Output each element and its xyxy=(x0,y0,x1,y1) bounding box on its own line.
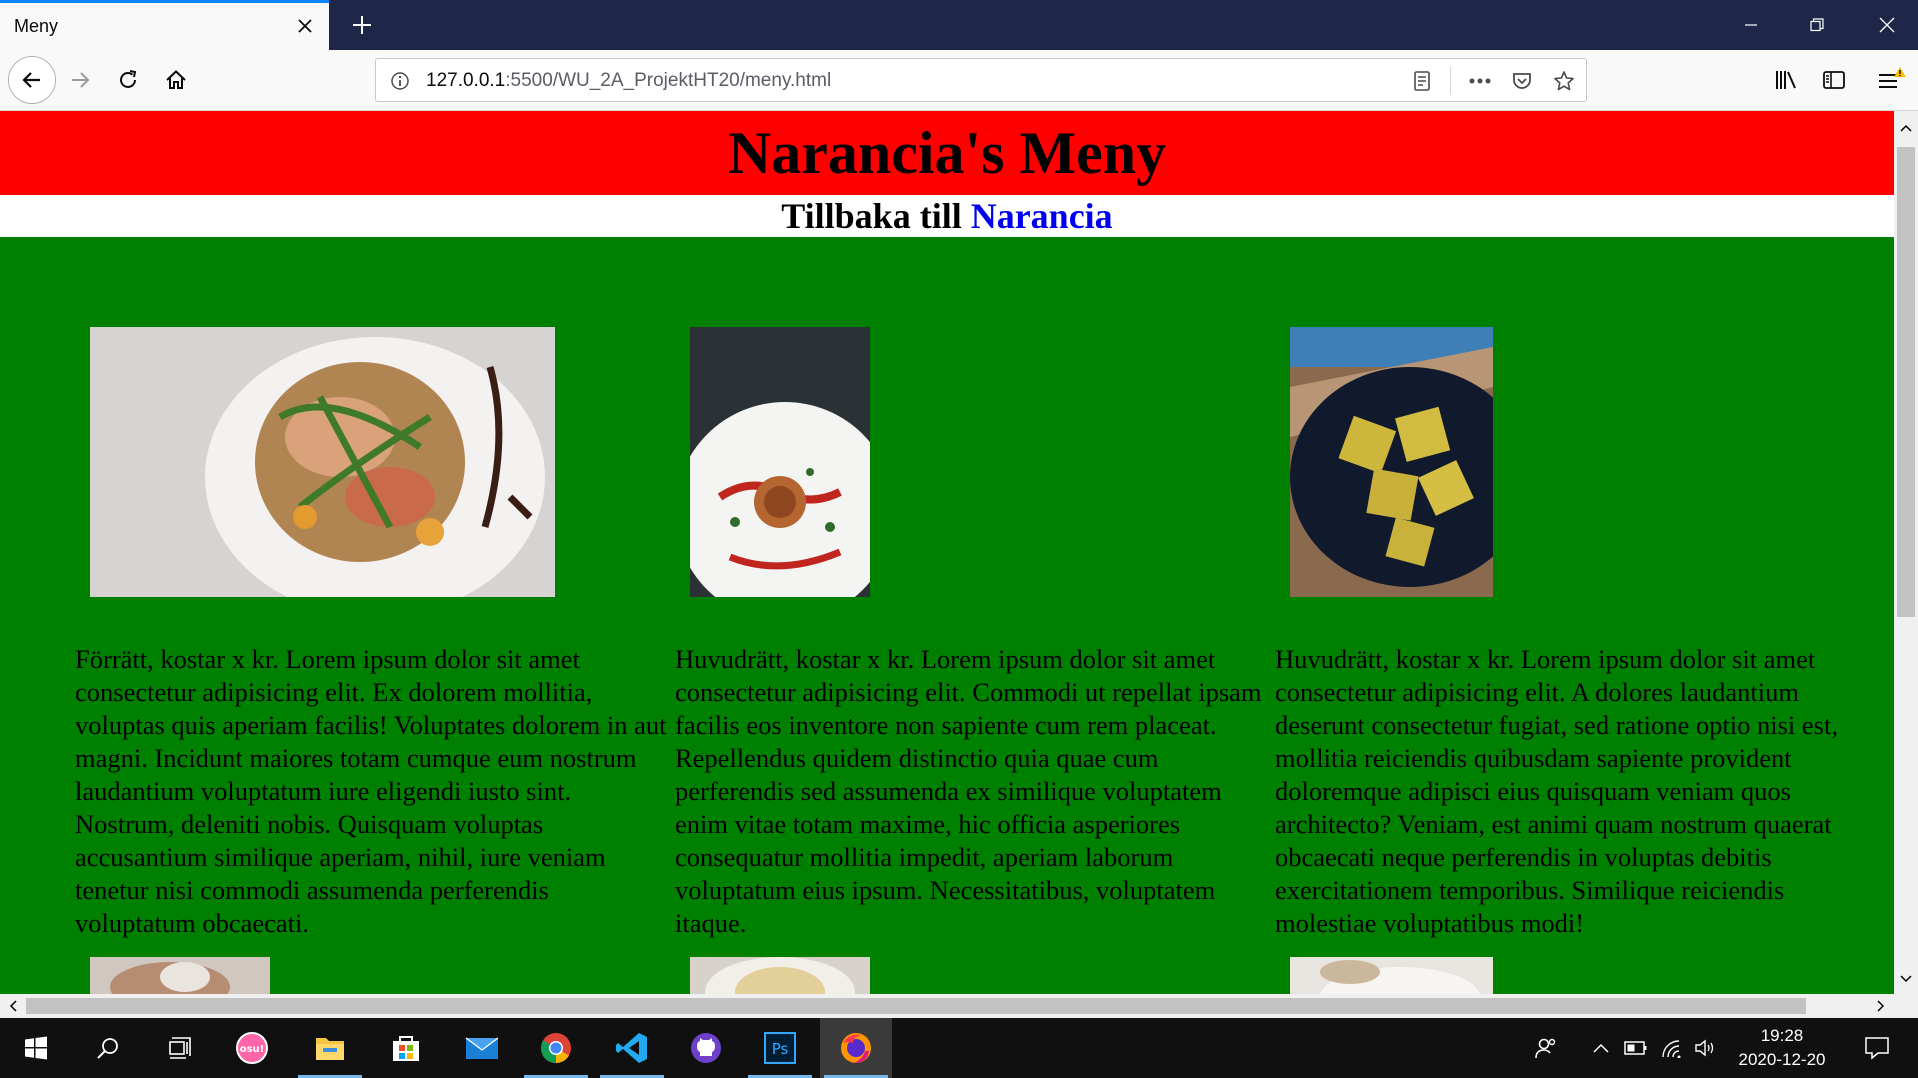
back-prefix-text: Tillbaka till xyxy=(781,196,962,236)
reader-view-icon[interactable] xyxy=(1406,65,1438,97)
scroll-right-icon[interactable] xyxy=(1870,995,1892,1017)
navigation-toolbar: 127.0.0.1:5500/WU_2A_ProjektHT20/meny.ht… xyxy=(0,50,1918,111)
people-icon[interactable] xyxy=(1526,1018,1566,1078)
volume-icon[interactable] xyxy=(1690,1018,1722,1078)
vertical-scrollbar[interactable] xyxy=(1894,111,1918,994)
scroll-up-icon[interactable] xyxy=(1895,117,1917,139)
ravioli-plate-photo xyxy=(1290,327,1493,597)
new-tab-icon[interactable] xyxy=(344,8,380,42)
scroll-left-icon[interactable] xyxy=(2,995,24,1017)
photoshop-icon[interactable]: Ps xyxy=(744,1018,816,1078)
narancia-link[interactable]: Narancia xyxy=(971,196,1113,236)
vscode-icon[interactable] xyxy=(596,1018,668,1078)
url-bar[interactable]: 127.0.0.1:5500/WU_2A_ProjektHT20/meny.ht… xyxy=(375,58,1587,102)
tab-meny[interactable]: Meny xyxy=(0,0,329,50)
mail-icon[interactable] xyxy=(446,1018,518,1078)
salad-plate-photo xyxy=(90,327,555,597)
url-host: 127.0.0.1 xyxy=(426,70,506,91)
pocket-icon[interactable] xyxy=(1506,65,1538,97)
photoshop-label: Ps xyxy=(772,1040,789,1058)
clock-date: 2020-12-20 xyxy=(1738,1050,1826,1069)
forward-icon[interactable] xyxy=(58,58,102,102)
site-info-icon[interactable] xyxy=(388,69,412,93)
dessert-photo xyxy=(90,957,270,994)
windows-start-icon[interactable] xyxy=(0,1018,72,1078)
restore-icon[interactable] xyxy=(1782,0,1852,50)
dish-description: Huvudrätt, kostar x kr. Lorem ipsum dolo… xyxy=(1275,644,1838,938)
menu-icon[interactable] xyxy=(1872,60,1912,100)
pasta-photo xyxy=(690,957,870,994)
dish-description: Huvudrätt, kostar x kr. Lorem ipsum dolo… xyxy=(675,644,1262,938)
scrollbar-corner xyxy=(1894,994,1918,1018)
back-icon[interactable] xyxy=(8,56,56,104)
dish-description: Förrätt, kostar x kr. Lorem ipsum dolor … xyxy=(75,644,667,938)
wifi-icon[interactable] xyxy=(1656,1018,1688,1078)
osu-label: osu! xyxy=(240,1044,265,1055)
horizontal-scrollbar[interactable] xyxy=(0,994,1894,1018)
page-title: Narancia's Meny xyxy=(727,120,1167,186)
minimize-icon[interactable] xyxy=(1716,0,1786,50)
url-separator xyxy=(1450,67,1451,95)
file-explorer-icon[interactable] xyxy=(294,1018,366,1078)
search-icon[interactable] xyxy=(72,1018,144,1078)
tab-title: Meny xyxy=(14,16,59,36)
page-actions-icon[interactable] xyxy=(1464,65,1496,97)
vertical-scroll-thumb[interactable] xyxy=(1897,147,1915,617)
page-header: Narancia's Meny xyxy=(0,111,1894,195)
notification-center-icon[interactable] xyxy=(1852,1018,1902,1078)
url-path: :5500/WU_2A_ProjektHT20/meny.html xyxy=(505,70,832,91)
taskbar: osu! Ps 19:28 2020-12-20 xyxy=(0,1018,1918,1078)
reload-icon[interactable] xyxy=(106,58,150,102)
url-text[interactable]: 127.0.0.1:5500/WU_2A_ProjektHT20/meny.ht… xyxy=(426,70,831,92)
task-view-icon[interactable] xyxy=(144,1018,216,1078)
clock-time: 19:28 xyxy=(1760,1026,1804,1045)
spaghetti-plate-photo xyxy=(690,327,870,597)
github-desktop-icon[interactable] xyxy=(670,1018,742,1078)
page-viewport: Narancia's Meny Tillbaka till Narancia F… xyxy=(0,111,1894,994)
chrome-icon[interactable] xyxy=(520,1018,592,1078)
osu-icon[interactable]: osu! xyxy=(216,1018,288,1078)
bookmark-star-icon[interactable] xyxy=(1548,65,1580,97)
library-icon[interactable] xyxy=(1766,60,1806,100)
scroll-down-icon[interactable] xyxy=(1895,968,1917,990)
firefox-icon[interactable] xyxy=(820,1018,892,1078)
battery-icon[interactable] xyxy=(1620,1018,1652,1078)
close-window-icon[interactable] xyxy=(1852,0,1918,50)
system-clock[interactable]: 19:28 2020-12-20 xyxy=(1722,1024,1842,1072)
show-hidden-icons-icon[interactable] xyxy=(1586,1018,1616,1078)
tab-strip: Meny xyxy=(0,0,1918,50)
microsoft-store-icon[interactable] xyxy=(370,1018,442,1078)
screen: Meny 127.0.0.1:5500/WU_2A_ProjektHT20/me… xyxy=(0,0,1918,1078)
tab-close-icon[interactable] xyxy=(291,12,319,40)
horizontal-scroll-thumb[interactable] xyxy=(26,998,1806,1014)
back-nav: Tillbaka till Narancia xyxy=(0,195,1894,237)
home-icon[interactable] xyxy=(154,58,198,102)
plate-photo xyxy=(1290,957,1493,994)
sidebar-icon[interactable] xyxy=(1814,60,1854,100)
